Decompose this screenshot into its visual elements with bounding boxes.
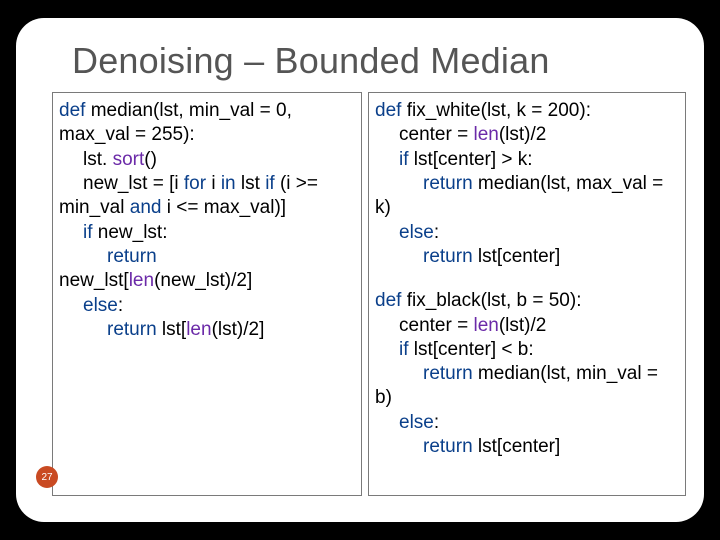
kw-return: return xyxy=(107,246,157,267)
code-text: median(lst, min_val = 0, max_val = 255): xyxy=(59,100,292,145)
code-line: if lst[center] < b: xyxy=(375,338,679,362)
code-line: return lst[len(lst)/2] xyxy=(59,318,355,342)
kw-if: if xyxy=(399,339,409,360)
slide: Denoising – Bounded Median def median(ls… xyxy=(16,18,704,522)
code-line: else: xyxy=(59,294,355,318)
kw-return: return xyxy=(423,436,473,457)
code-text: fix_white(lst, k = 200): xyxy=(401,100,591,121)
code-text: i <= max_val)] xyxy=(161,197,286,218)
code-text: new_lst = [i xyxy=(83,173,184,194)
builtin-sort: sort xyxy=(113,149,145,170)
builtin-len: len xyxy=(186,319,211,340)
kw-if: if xyxy=(265,173,275,194)
code-text: center = xyxy=(399,124,473,145)
kw-def: def xyxy=(375,290,401,311)
code-text: lst. xyxy=(83,149,113,170)
code-line: return lst[center] xyxy=(375,435,679,459)
kw-if: if xyxy=(399,149,409,170)
code-line: return median(lst, min_val = b) xyxy=(375,362,679,411)
kw-def: def xyxy=(59,100,85,121)
code-line: def median(lst, min_val = 0, max_val = 2… xyxy=(59,99,355,148)
code-text: median(lst, max_val = k) xyxy=(375,173,663,218)
page-title: Denoising – Bounded Median xyxy=(16,40,704,82)
code-text: new_lst: xyxy=(93,222,168,243)
code-text: : xyxy=(434,412,439,433)
code-text: (new_lst)/2] xyxy=(154,270,252,291)
code-text: () xyxy=(144,149,157,170)
code-line: if lst[center] > k: xyxy=(375,148,679,172)
code-line: center = len(lst)/2 xyxy=(375,123,679,147)
kw-return: return xyxy=(423,246,473,267)
kw-if: if xyxy=(83,222,93,243)
code-line: center = len(lst)/2 xyxy=(375,314,679,338)
kw-else: else xyxy=(399,412,434,433)
code-text: fix_black(lst, b = 50): xyxy=(401,290,581,311)
code-line: else: xyxy=(375,221,679,245)
blank-line xyxy=(375,269,679,289)
code-text: new_lst[ xyxy=(59,270,129,291)
code-columns: def median(lst, min_val = 0, max_val = 2… xyxy=(16,82,704,496)
code-text: center = xyxy=(399,315,473,336)
page-number-badge: 27 xyxy=(36,466,58,488)
code-line: if new_lst: xyxy=(59,221,355,245)
code-text: median(lst, min_val = b) xyxy=(375,363,658,408)
code-block-fix: def fix_white(lst, k = 200): center = le… xyxy=(368,92,686,496)
code-text: lst[center] xyxy=(473,246,561,267)
kw-return: return xyxy=(423,363,473,384)
code-line: new_lst = [i for i in lst if (i >= min_v… xyxy=(59,172,355,221)
code-line: def fix_black(lst, b = 50): xyxy=(375,289,679,313)
code-text: : xyxy=(118,295,123,316)
kw-def: def xyxy=(375,100,401,121)
code-text: i xyxy=(206,173,221,194)
code-text: : xyxy=(434,222,439,243)
kw-for: for xyxy=(184,173,206,194)
code-text: lst[center] xyxy=(473,436,561,457)
code-text: lst[ xyxy=(157,319,187,340)
code-text: lst[center] > k: xyxy=(409,149,533,170)
kw-else: else xyxy=(399,222,434,243)
code-line: return median(lst, max_val = k) xyxy=(375,172,679,221)
code-text: (lst)/2 xyxy=(499,315,547,336)
builtin-len: len xyxy=(129,270,154,291)
code-text: (lst)/2 xyxy=(499,124,547,145)
kw-and: and xyxy=(130,197,162,218)
kw-else: else xyxy=(83,295,118,316)
code-block-median: def median(lst, min_val = 0, max_val = 2… xyxy=(52,92,362,496)
kw-in: in xyxy=(221,173,236,194)
builtin-len: len xyxy=(473,315,498,336)
code-text: lst[center] < b: xyxy=(409,339,534,360)
kw-return: return xyxy=(107,319,157,340)
code-line: def fix_white(lst, k = 200): xyxy=(375,99,679,123)
code-line: return new_lst[len(new_lst)/2] xyxy=(59,245,355,294)
code-line: lst. sort() xyxy=(59,148,355,172)
code-line: return lst[center] xyxy=(375,245,679,269)
kw-return: return xyxy=(423,173,473,194)
code-text: lst xyxy=(236,173,266,194)
code-text: (lst)/2] xyxy=(212,319,265,340)
builtin-len: len xyxy=(473,124,498,145)
code-line: else: xyxy=(375,411,679,435)
